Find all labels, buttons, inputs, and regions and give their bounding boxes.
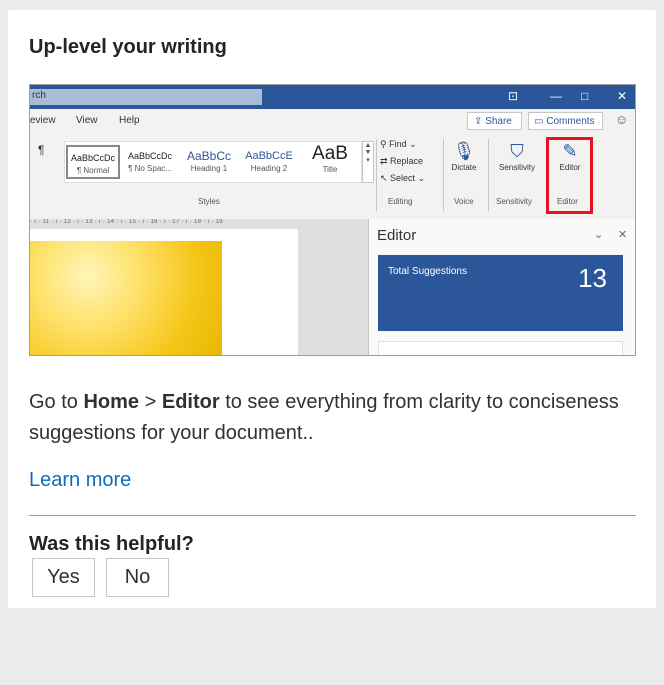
- editor-pane: Editor ⌄ ✕ Total Suggestions 13: [368, 219, 635, 355]
- word-editor-screenshot: rch ⊡ — □ ✕ eview View Help ⇪ Share ▭ Co…: [29, 84, 636, 356]
- group-divider: [443, 139, 444, 211]
- editor-ref: Editor: [161, 391, 220, 413]
- minimize-icon: —: [550, 89, 562, 103]
- group-divider: [488, 139, 489, 211]
- select-button: ↖ Select ⌄: [380, 173, 426, 183]
- sensitivity-button: ⛉ Sensitivity: [492, 139, 542, 172]
- tab-view: View: [76, 115, 98, 126]
- microphone-icon: 🎙︎: [452, 141, 476, 161]
- feedback-question: Was this helpful?: [29, 533, 194, 555]
- find-button: ⚲ Find ⌄: [380, 139, 417, 149]
- suggestion-card: [378, 341, 623, 355]
- style-heading-1: AaBbCc Heading 1: [186, 149, 232, 173]
- replace-button: ⇄ Replace: [380, 156, 424, 166]
- total-suggestions-label: Total Suggestions: [388, 266, 467, 277]
- voice-group-label: Voice: [454, 197, 474, 206]
- sensitivity-icon: ⛉: [510, 141, 524, 161]
- search-icon: ⚲: [380, 139, 390, 149]
- close-icon: ✕: [617, 89, 628, 103]
- chevron-down-icon: ⌄: [594, 229, 604, 241]
- maximize-icon: □: [581, 89, 589, 103]
- no-button[interactable]: No: [106, 558, 169, 597]
- ribbon-display-icon: ⊡: [508, 89, 519, 103]
- style-heading-2: AaBbCcE Heading 2: [245, 150, 293, 173]
- style-normal: AaBbCcDc ¶ Normal: [66, 145, 120, 179]
- feedback-smiley-icon: ☺: [615, 112, 629, 127]
- tab-review: eview: [30, 115, 56, 126]
- home-tab-ref: Home: [83, 391, 140, 413]
- pane-title: Editor: [377, 227, 417, 244]
- style-title: AaB Title: [312, 143, 348, 174]
- comment-icon: ▭: [534, 116, 547, 127]
- card-title: Up-level your writing: [29, 36, 227, 58]
- sensitivity-group-label: Sensitivity: [496, 197, 533, 206]
- total-suggestions-count: 13: [578, 263, 607, 293]
- share-icon: ⇪: [474, 116, 486, 127]
- styles-gallery: AaBbCcDc ¶ Normal AaBbCcDc ¶ No Spac... …: [64, 141, 362, 183]
- share-button: ⇪ Share: [467, 112, 522, 130]
- group-divider: [376, 139, 377, 211]
- yes-button[interactable]: Yes: [32, 558, 95, 597]
- cursor-icon: ↖: [380, 173, 391, 183]
- comments-button: ▭ Comments: [528, 112, 603, 130]
- tip-card: Up-level your writing rch ⊡ — □ ✕ eview …: [8, 10, 656, 608]
- gallery-scroll: ▲ ▼ ▾: [362, 141, 374, 183]
- dictate-button: 🎙︎ Dictate: [448, 139, 480, 172]
- document-image: [30, 241, 222, 355]
- ribbon-tabs: eview View Help ⇪ Share ▭ Comments ☺: [30, 109, 635, 133]
- document-page: [30, 229, 298, 355]
- document-area: [30, 229, 368, 355]
- learn-more-link[interactable]: Learn more: [29, 469, 131, 492]
- styles-group-label: Styles: [198, 197, 220, 206]
- search-box: rch: [30, 89, 262, 105]
- ribbon: ¶ AaBbCcDc ¶ Normal AaBbCcDc ¶ No Spac..…: [30, 133, 635, 219]
- tab-help: Help: [119, 115, 140, 126]
- replace-icon: ⇄: [380, 156, 391, 166]
- total-suggestions-card: Total Suggestions 13: [378, 255, 623, 331]
- ruler: · ı · 11 · ı · 12 · ı · 13 · ı · 14 · ı …: [30, 219, 368, 229]
- close-icon: ✕: [618, 229, 628, 241]
- editor-highlight-box: [546, 137, 593, 214]
- editing-group-label: Editing: [388, 197, 413, 206]
- divider: [29, 515, 636, 516]
- paragraph-mark-icon: ¶: [38, 143, 45, 157]
- style-no-spacing: AaBbCcDc ¶ No Spac...: [127, 151, 172, 173]
- word-title-bar: rch ⊡ — □ ✕: [30, 85, 635, 109]
- tip-description: Go to Home > Editor to see everything fr…: [29, 391, 619, 444]
